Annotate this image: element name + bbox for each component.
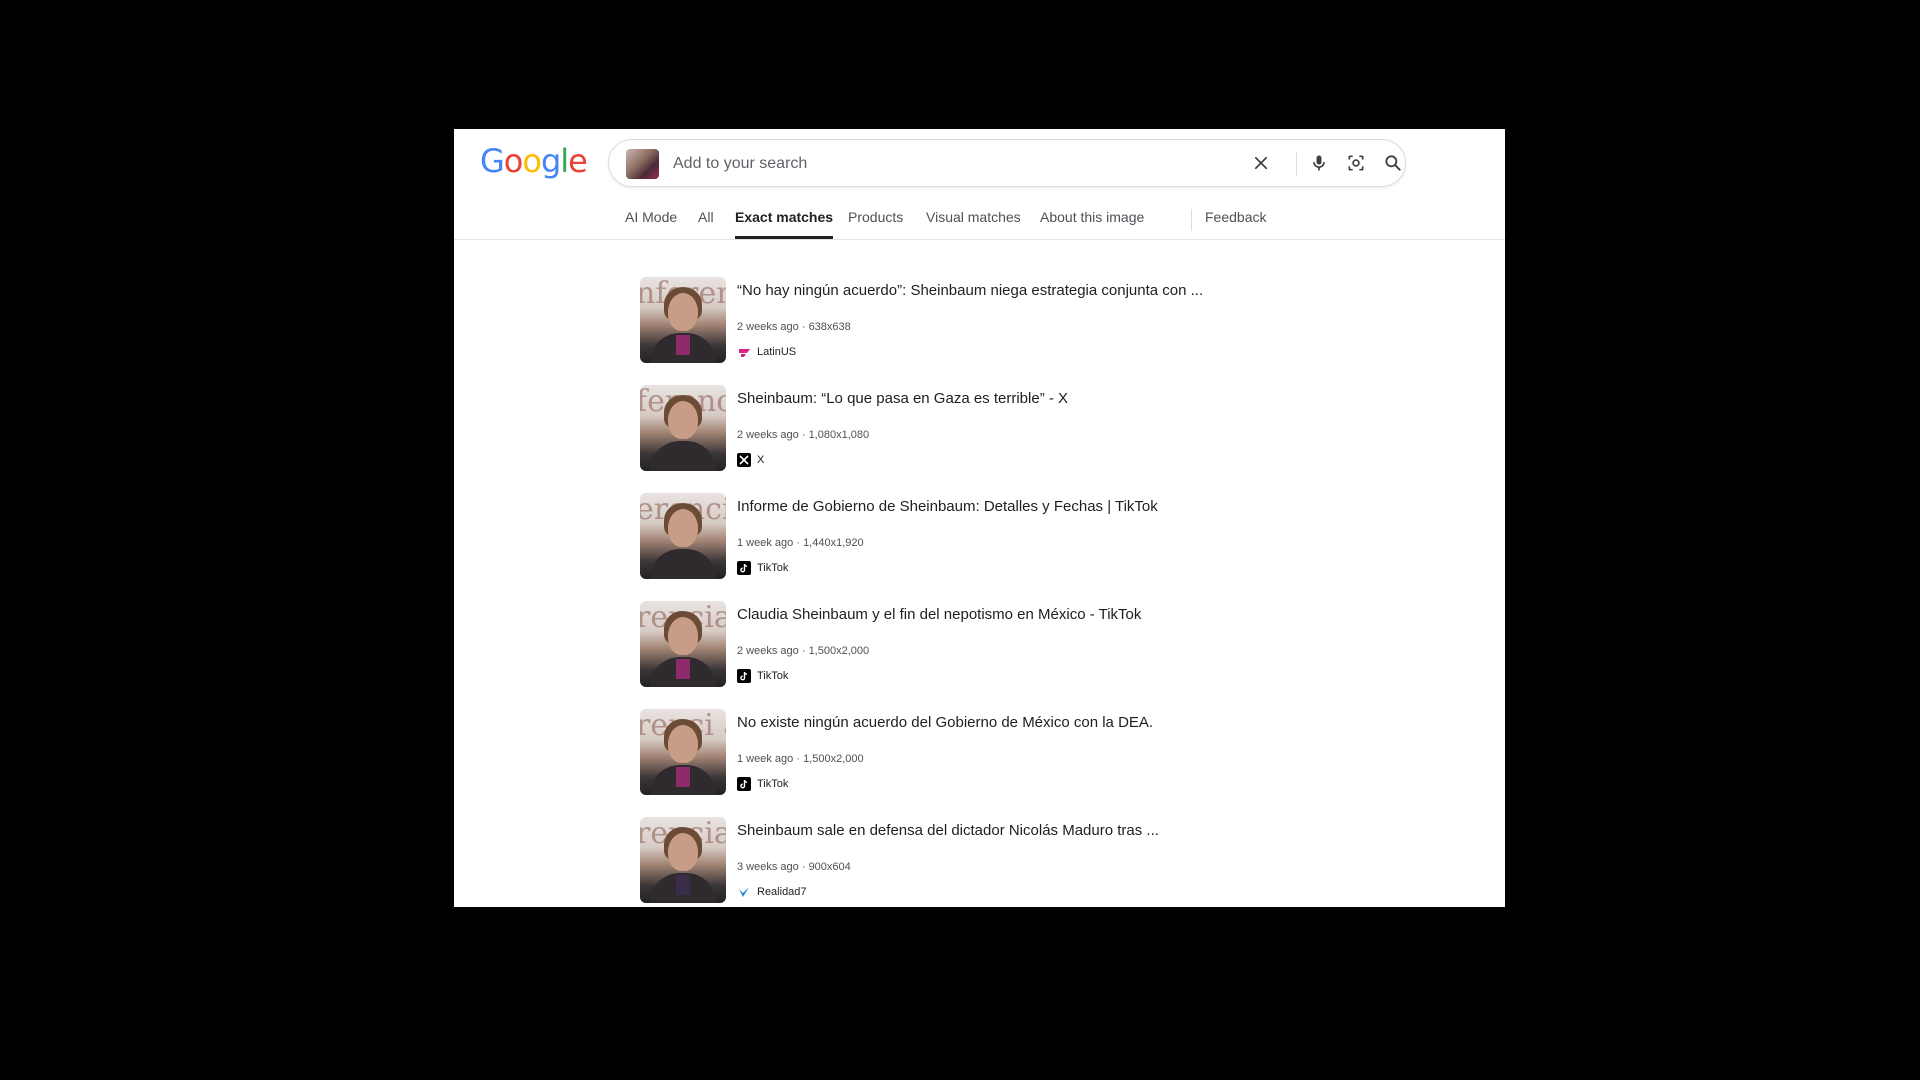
- result-source[interactable]: TikTok: [737, 669, 788, 683]
- result-item[interactable]: renci alo No existe ningún acuerdo del G…: [640, 709, 1440, 799]
- tab-all[interactable]: All: [698, 209, 714, 239]
- google-logo[interactable]: Google: [480, 142, 588, 180]
- meta-separator: ·: [801, 861, 806, 873]
- result-item[interactable]: rencia Claudia Sheinbaum y el fin del ne…: [640, 601, 1440, 691]
- result-age: 2 weeks ago: [737, 645, 799, 657]
- thumb-face: [668, 293, 698, 331]
- result-meta: 2 weeks ago · 1,080x1,080: [737, 429, 869, 441]
- search-icon[interactable]: [1381, 151, 1405, 175]
- result-age: 2 weeks ago: [737, 429, 799, 441]
- search-input[interactable]: [671, 151, 1235, 177]
- result-title[interactable]: Informe de Gobierno de Sheinbaum: Detall…: [737, 498, 1158, 515]
- result-item[interactable]: erencia Informe de Gobierno de Sheinbaum…: [640, 493, 1440, 583]
- result-title[interactable]: “No hay ningún acuerdo”: Sheinbaum niega…: [737, 282, 1203, 299]
- thumb-face: [668, 617, 698, 655]
- tiktok-icon: [737, 777, 751, 791]
- meta-separator: ·: [796, 753, 800, 765]
- meta-separator: ·: [801, 645, 806, 657]
- tiktok-icon: [737, 669, 751, 683]
- search-box: [608, 139, 1406, 187]
- result-size: 1,500x2,000: [803, 753, 864, 765]
- result-thumbnail[interactable]: rencia: [640, 601, 726, 687]
- result-meta: 2 weeks ago · 638x638: [737, 321, 851, 333]
- result-meta: 1 week ago · 1,500x2,000: [737, 753, 864, 765]
- thumb-face: [668, 401, 698, 439]
- result-title[interactable]: Claudia Sheinbaum y el fin del nepotismo…: [737, 606, 1141, 623]
- result-size: 900x604: [808, 861, 851, 873]
- clear-icon[interactable]: [1249, 151, 1273, 175]
- tab-ai-mode[interactable]: AI Mode: [625, 209, 677, 239]
- result-thumbnail[interactable]: nferenc Palo: [640, 277, 726, 363]
- meta-separator: ·: [801, 321, 806, 333]
- tab-exact-matches[interactable]: Exact matches: [735, 209, 834, 239]
- thumb-collar: [676, 767, 690, 787]
- meta-separator: ·: [796, 537, 800, 549]
- thumb-collar: [676, 335, 690, 355]
- header: Google Add to your search AI Mode All Ex…: [454, 129, 1505, 240]
- result-thumbnail[interactable]: renci alo: [640, 709, 726, 795]
- result-source-name: Realidad7: [757, 886, 807, 898]
- result-item[interactable]: ferencia Sheinbaum: “Lo que pasa en Gaza…: [640, 385, 1440, 475]
- result-meta: 3 weeks ago · 900x604: [737, 861, 851, 873]
- x-icon: [737, 453, 751, 467]
- lens-camera-icon[interactable]: [1344, 151, 1368, 175]
- result-meta: 1 week ago · 1,440x1,920: [737, 537, 864, 549]
- result-source-name: X: [757, 454, 765, 466]
- thumb-face: [668, 833, 698, 871]
- result-size: 638x638: [808, 321, 851, 333]
- result-source[interactable]: TikTok: [737, 777, 788, 791]
- thumb-collar: [676, 659, 690, 679]
- result-meta: 2 weeks ago · 1,500x2,000: [737, 645, 869, 657]
- result-size: 1,440x1,920: [803, 537, 864, 549]
- result-source[interactable]: LatinUS: [737, 345, 796, 359]
- result-title[interactable]: No existe ningún acuerdo del Gobierno de…: [737, 714, 1153, 731]
- result-item[interactable]: nferenc Palo “No hay ningún acuerdo”: Sh…: [640, 277, 1440, 367]
- result-source[interactable]: X: [737, 453, 764, 467]
- result-source[interactable]: TikTok: [737, 561, 788, 575]
- browser-window: Google Add to your search AI Mode All Ex…: [454, 129, 1505, 907]
- result-age: 1 week ago: [737, 537, 794, 549]
- result-source[interactable]: Realidad7: [737, 885, 807, 899]
- tabs-divider: [1191, 209, 1192, 231]
- realidad7-icon: [737, 885, 751, 899]
- tab-feedback[interactable]: Feedback: [1205, 209, 1266, 239]
- result-thumbnail[interactable]: ferencia: [640, 385, 726, 471]
- logo-letter: l: [560, 142, 569, 180]
- thumb-collar: [676, 875, 690, 895]
- result-source-name: LatinUS: [757, 346, 797, 358]
- result-thumbnail[interactable]: rencia: [640, 817, 726, 903]
- result-source-name: TikTok: [757, 778, 789, 790]
- thumb-face: [668, 725, 698, 763]
- search-divider: [1296, 152, 1297, 176]
- latinus-icon: [737, 345, 751, 359]
- result-title[interactable]: Sheinbaum: “Lo que pasa en Gaza es terri…: [737, 390, 1068, 407]
- result-thumbnail[interactable]: erencia: [640, 493, 726, 579]
- result-size: 1,500x2,000: [808, 645, 870, 657]
- meta-separator: ·: [801, 429, 806, 441]
- logo-letter: o: [522, 142, 542, 180]
- tiktok-icon: [737, 561, 751, 575]
- search-image-thumbnail[interactable]: [626, 149, 659, 179]
- result-source-name: TikTok: [757, 562, 789, 574]
- microphone-icon[interactable]: [1307, 151, 1331, 175]
- result-source-name: TikTok: [757, 670, 789, 682]
- thumb-face: [668, 509, 698, 547]
- tab-products[interactable]: Products: [848, 209, 903, 239]
- logo-letter: g: [540, 142, 561, 180]
- result-age: 1 week ago: [737, 753, 794, 765]
- logo-letter: G: [480, 142, 505, 180]
- result-title[interactable]: Sheinbaum sale en defensa del dictador N…: [737, 822, 1159, 839]
- thumb-collar: [676, 551, 690, 571]
- result-age: 3 weeks ago: [737, 861, 799, 873]
- result-size: 1,080x1,080: [808, 429, 870, 441]
- logo-letter: e: [568, 142, 588, 180]
- thumb-collar: [676, 443, 690, 463]
- tab-visual-matches[interactable]: Visual matches: [926, 209, 1021, 239]
- logo-letter: o: [503, 142, 524, 180]
- result-age: 2 weeks ago: [737, 321, 799, 333]
- result-item[interactable]: rencia Sheinbaum sale en defensa del dic…: [640, 817, 1440, 907]
- tab-about-this-image[interactable]: About this image: [1040, 209, 1144, 239]
